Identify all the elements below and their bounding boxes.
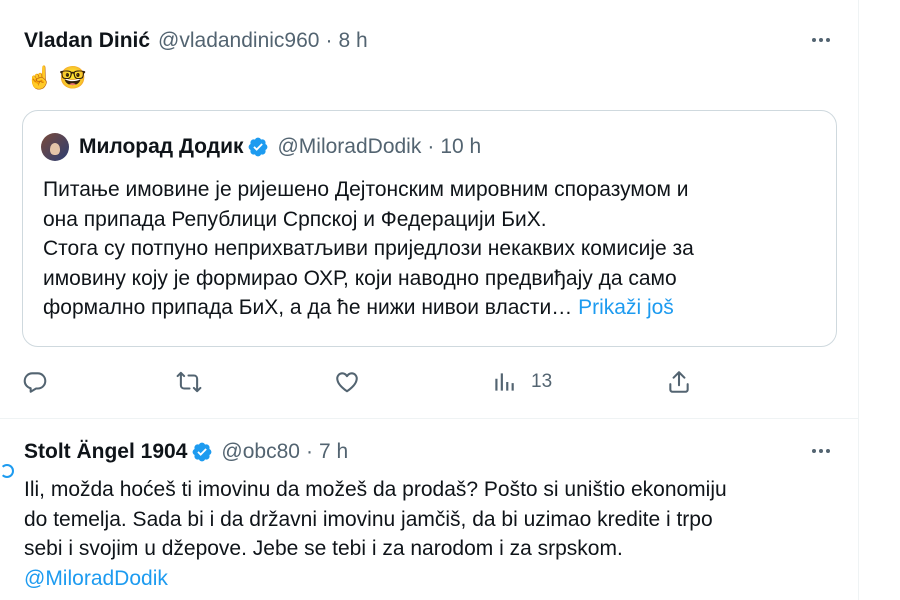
tweet-header: Stolt Ängel 1904 @obc80 · 7 h [24, 438, 348, 466]
timeline-feed: Vladan Dinić @vladandinic960 · 8 h ☝️ 🤓 … [0, 0, 858, 600]
nerd-face-emoji: 🤓 [59, 65, 87, 90]
retweet-icon [176, 371, 202, 393]
like-button[interactable] [334, 364, 360, 400]
author-handle[interactable]: @obc80 [221, 440, 300, 464]
tweet-text-line: @MiloradDodik [24, 564, 844, 594]
quoted-text-line: имовину коју је формирао ОХР, који навод… [43, 266, 677, 290]
retweet-button[interactable] [176, 364, 202, 400]
reply-icon [23, 372, 47, 393]
more-icon[interactable] [804, 439, 838, 463]
tweet-actions: 13 [0, 364, 858, 400]
quoted-author-name: Милорад Додик [79, 135, 244, 158]
sidebar-edge [859, 0, 900, 600]
reply-button[interactable] [22, 364, 48, 400]
tweet-vladan[interactable]: Vladan Dinić @vladandinic960 · 8 h ☝️ 🤓 … [0, 0, 858, 419]
mention-link[interactable]: @MiloradDodik [24, 567, 168, 590]
separator-dot: · [305, 440, 313, 463]
tweet-header: Vladan Dinić @vladandinic960 · 8 h [24, 27, 368, 55]
quoted-text-line: формално припада БиХ, а да ће нижи нивои… [43, 293, 823, 323]
avatar[interactable] [41, 133, 69, 161]
quoted-text-line: Питање имовине је ријешено Дејтонским ми… [43, 178, 689, 201]
separator-dot: · [325, 29, 333, 52]
quoted-tweet-card[interactable]: Милорад Додик @MiloradDodik · 10 h Питањ… [22, 110, 837, 347]
avatar[interactable] [0, 464, 14, 478]
author-handle[interactable]: @vladandinic960 [158, 29, 319, 53]
tweet-text: Ili, možda hoćeš ti imovinu da možeš da … [24, 475, 844, 593]
tweet-text-line: Ili, možda hoćeš ti imovinu da možeš da … [24, 478, 727, 501]
tweet-text-line: do temelja. Sada bi i da državni imovinu… [24, 507, 713, 531]
quoted-text-line: она припада Републици Српској и Федераци… [43, 207, 547, 231]
quoted-text-line: Стога су потпуно неприхватљиви приједлоз… [43, 237, 694, 260]
quoted-tweet-time: 10 h [440, 135, 482, 158]
more-icon[interactable] [804, 28, 838, 52]
tweet-time[interactable]: 7 h [319, 440, 348, 464]
quoted-tweet-header: Милорад Додик @MiloradDodik · 10 h [41, 131, 481, 163]
like-icon [336, 372, 358, 393]
views-button[interactable]: 13 [491, 364, 552, 400]
tweet-text-line: sebi i svojim u džepove. Jebe se tebi i … [24, 537, 623, 560]
separator-dot: · [427, 135, 435, 158]
views-icon [495, 373, 514, 391]
show-more-link[interactable]: Prikaži još [578, 296, 674, 319]
author-name[interactable]: Vladan Dinić [24, 29, 150, 53]
author-name[interactable]: Stolt Ängel 1904 [24, 440, 187, 464]
quoted-author-handle: @MiloradDodik [277, 135, 422, 158]
views-count: 13 [531, 371, 553, 392]
quoted-text-last: формално припада БиХ, а да ће нижи нивои… [43, 296, 573, 319]
pointing-up-emoji: ☝️ [26, 65, 54, 90]
quoted-tweet-text: Питање имовине је ријешено Дејтонским ми… [43, 175, 823, 323]
share-button[interactable] [666, 364, 692, 400]
tweet-stolt[interactable]: Stolt Ängel 1904 @obc80 · 7 h Ili, možda… [0, 419, 858, 600]
verified-badge-icon [249, 137, 268, 157]
share-icon [669, 371, 689, 393]
tweet-text: ☝️ 🤓 [26, 63, 87, 93]
verified-badge-icon [192, 442, 212, 462]
tweet-time[interactable]: 8 h [338, 29, 367, 53]
